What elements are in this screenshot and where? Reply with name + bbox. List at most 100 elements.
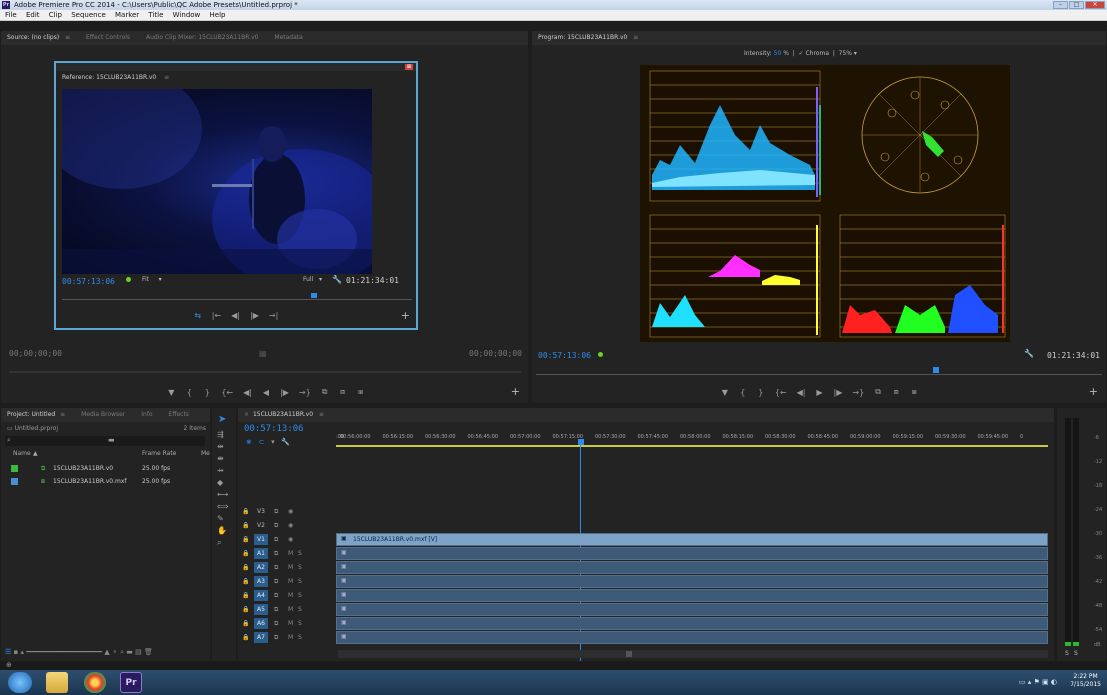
menu-sequence[interactable]: Sequence — [71, 11, 106, 19]
sort-asc-icon[interactable]: ▲ — [33, 450, 38, 457]
lock-icon[interactable]: 🔒 — [242, 617, 249, 630]
tab-info[interactable]: Info — [141, 411, 152, 418]
timeline-playhead[interactable] — [578, 439, 584, 445]
icon-view-icon[interactable]: ▪ — [14, 648, 19, 656]
ref-step-forward-icon[interactable]: |▶ — [250, 311, 259, 320]
mute-button[interactable]: M — [288, 561, 293, 574]
track-target-label[interactable]: A1 — [254, 548, 268, 559]
menu-marker[interactable]: Marker — [115, 11, 139, 19]
rolling-edit-tool-icon[interactable]: ⇼ — [217, 454, 224, 463]
bin-icon[interactable]: ▬ — [108, 436, 115, 444]
ref-go-in-icon[interactable]: |← — [212, 311, 221, 320]
prog-step-forward-icon[interactable]: |▶ — [834, 388, 843, 397]
track-target-label[interactable]: V3 — [254, 506, 268, 517]
tab-audio-clip-mixer[interactable]: Audio Clip Mixer: 15CLUB23A11BR.v0 — [146, 34, 259, 41]
tray-volume-icon[interactable]: ◐ — [1051, 678, 1057, 686]
intensity-value[interactable]: 50 — [774, 50, 782, 57]
prog-step-back-icon[interactable]: ◀| — [797, 388, 806, 397]
audio-clip[interactable]: ▣ — [336, 603, 1048, 616]
lock-icon[interactable]: 🔒 — [242, 547, 249, 560]
mute-button[interactable]: M — [288, 575, 293, 588]
tray-flag-icon[interactable]: ⚑ — [1034, 678, 1040, 686]
solo-left-button[interactable]: S — [1065, 650, 1069, 657]
audio-clip[interactable]: ▣ — [336, 575, 1048, 588]
gang-icon[interactable]: ⇆ — [194, 311, 202, 320]
timeline-settings-icon[interactable]: 🔧 — [281, 438, 290, 446]
menu-clip[interactable]: Clip — [49, 11, 62, 19]
step-forward-icon[interactable]: |▶ — [280, 388, 289, 397]
track-target-label[interactable]: A7 — [254, 632, 268, 643]
chroma-checkbox[interactable]: ✓ Chroma — [799, 50, 829, 57]
tray-show-hidden-icon[interactable]: ▭ — [1019, 678, 1026, 686]
reference-close-button[interactable]: ⊠ — [405, 64, 413, 70]
program-timecode[interactable]: 00:57:13:06 — [538, 351, 591, 360]
menu-window[interactable]: Window — [173, 11, 201, 19]
timeline-timecode[interactable]: 00:57:13:06 — [244, 424, 304, 434]
video-clip[interactable]: ▣ 15CLUB23A11BR.v0.mxf [V] — [336, 533, 1048, 546]
reference-menu-icon[interactable]: ≡ — [164, 74, 169, 81]
pen-tool-icon[interactable]: ✎ — [217, 514, 224, 523]
lift-icon[interactable]: ⧉ — [874, 387, 882, 397]
new-item-icon[interactable]: ▤ — [135, 648, 142, 656]
new-bin-icon[interactable]: ▬ — [126, 648, 133, 656]
lock-icon[interactable]: 🔒 — [242, 575, 249, 588]
tab-effects[interactable]: Effects — [169, 411, 189, 418]
eye-icon[interactable]: ◉ — [288, 533, 293, 546]
trash-icon[interactable]: 🗑 — [144, 648, 153, 656]
tab-effect-controls[interactable]: Effect Controls — [86, 34, 130, 41]
play-icon[interactable]: ◀ — [262, 388, 270, 397]
track-target-label[interactable]: V2 — [254, 520, 268, 531]
add-marker-tl-icon[interactable]: ▾ — [271, 438, 275, 446]
eye-icon[interactable]: ◉ — [288, 519, 293, 532]
solo-right-button[interactable]: S — [1074, 650, 1078, 657]
reference-quality-dropdown[interactable]: Full ▾ — [303, 276, 322, 283]
track-target-label[interactable]: V1 — [254, 534, 268, 545]
go-to-in-icon[interactable]: {← — [221, 388, 233, 397]
lock-icon[interactable]: 🔒 — [242, 603, 249, 616]
menu-title[interactable]: Title — [148, 11, 163, 19]
tray-arrow-icon[interactable]: ▴ — [1028, 678, 1032, 686]
solo-button[interactable]: S — [298, 589, 302, 602]
sort-icon[interactable]: ▲ — [104, 648, 109, 656]
label-color-swatch[interactable] — [11, 478, 18, 485]
work-area-bar[interactable] — [336, 445, 1048, 447]
mark-out-icon[interactable]: } — [203, 388, 211, 397]
list-item[interactable]: ⧈ 15CLUB23A11BR.v0.mxf 25.00 fps — [5, 476, 209, 488]
tab-timeline[interactable]: 15CLUB23A11BR.v0 — [253, 411, 313, 418]
program-scrubber[interactable] — [536, 374, 1102, 375]
ripple-edit-tool-icon[interactable]: ⇹ — [217, 442, 224, 451]
timeline-tab-close[interactable]: × — [244, 411, 249, 418]
mute-button[interactable]: M — [288, 589, 293, 602]
extract-icon[interactable]: ⧈ — [892, 387, 900, 397]
solo-button[interactable]: S — [298, 603, 302, 616]
zoom-tool-icon[interactable]: ⌕ — [217, 538, 221, 548]
audio-clip[interactable]: ▣ — [336, 589, 1048, 602]
ref-go-out-icon[interactable]: →| — [269, 311, 278, 320]
sync-lock-icon[interactable]: ⧉ — [274, 589, 278, 602]
sync-lock-icon[interactable]: ⧉ — [274, 603, 278, 616]
sync-lock-icon[interactable]: ⧉ — [274, 533, 278, 546]
lock-icon[interactable]: 🔒 — [242, 589, 249, 602]
tab-project[interactable]: Project: Untitled — [7, 411, 55, 418]
reference-add-button[interactable]: + — [401, 309, 410, 322]
program-playhead[interactable] — [933, 367, 939, 373]
solo-button[interactable]: S — [298, 561, 302, 574]
source-timecode[interactable]: 00;00;00;00 — [9, 349, 62, 358]
prog-mark-out-icon[interactable]: } — [757, 388, 765, 397]
track-target-label[interactable]: A3 — [254, 576, 268, 587]
scrollbar-thumb[interactable] — [626, 651, 632, 657]
lock-icon[interactable]: 🔒 — [242, 505, 249, 518]
project-menu-icon[interactable]: ≡ — [60, 411, 65, 418]
scope-zoom-dropdown[interactable]: 75% — [839, 50, 852, 57]
wrench-icon[interactable]: 🔧 — [332, 275, 342, 284]
maximize-button[interactable]: □ — [1069, 1, 1084, 9]
freeform-view-icon[interactable]: ▴ — [21, 648, 25, 656]
tray-network-icon[interactable]: ▣ — [1042, 678, 1049, 686]
track-select-tool-icon[interactable]: ⇶ — [217, 430, 224, 439]
prog-mark-in-icon[interactable]: { — [739, 388, 747, 397]
timeline-menu-icon[interactable]: ≡ — [319, 411, 324, 418]
export-frame-icon[interactable]: ⧆ — [357, 387, 365, 397]
timeline-horizontal-scrollbar[interactable] — [338, 650, 1048, 658]
ref-step-back-icon[interactable]: ◀| — [231, 311, 240, 320]
timeline-ruler[interactable]: :00 00:56:00:00 00:56:15:00 00:56:30:00 00:5… — [336, 430, 1048, 446]
